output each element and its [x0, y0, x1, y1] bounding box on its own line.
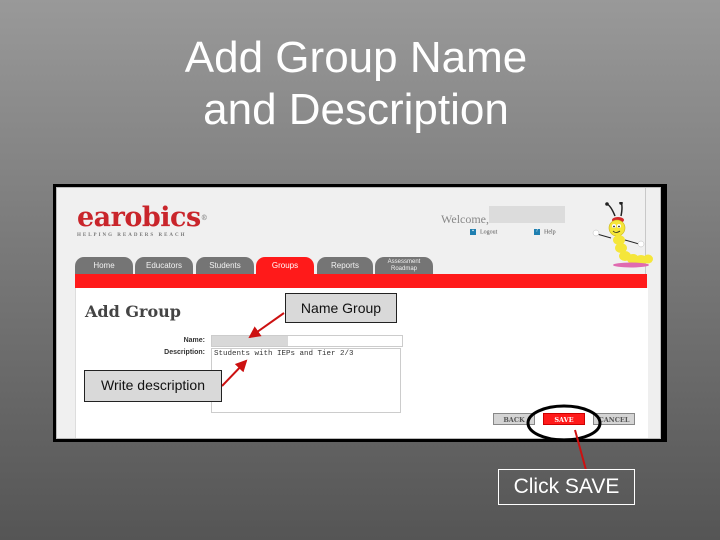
arrow-to-name-field [248, 312, 285, 339]
click-save-callout: Click SAVE [498, 469, 635, 505]
annotation-overlay [221, 312, 602, 471]
write-description-callout: Write description [84, 370, 222, 402]
save-highlight-circle [526, 404, 602, 442]
arrow-to-description-field [221, 359, 248, 387]
name-group-callout: Name Group [285, 293, 397, 323]
